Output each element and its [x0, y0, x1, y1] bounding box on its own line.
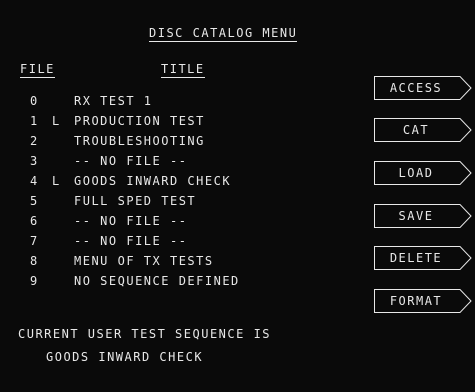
cat-softkey[interactable]: CAT [374, 118, 472, 142]
list-item[interactable]: 3 -- NO FILE -- [0, 154, 350, 168]
softkey-label: DELETE [389, 251, 443, 265]
file-number: 2 [30, 134, 39, 148]
file-title: -- NO FILE -- [74, 234, 188, 248]
page-title: DISC CATALOG MENU [149, 26, 298, 42]
list-item[interactable]: 4 L GOODS INWARD CHECK [0, 174, 350, 188]
file-title: RX TEST 1 [74, 94, 153, 108]
load-softkey[interactable]: LOAD [374, 161, 472, 185]
list-item[interactable]: 8 MENU OF TX TESTS [0, 254, 350, 268]
list-item[interactable]: 0 RX TEST 1 [0, 94, 350, 108]
file-title: -- NO FILE -- [74, 214, 188, 228]
column-header-title: TITLE [161, 62, 205, 78]
file-title: PRODUCTION TEST [74, 114, 205, 128]
file-number: 3 [30, 154, 39, 168]
access-softkey[interactable]: ACCESS [374, 76, 472, 100]
list-item[interactable]: 1 L PRODUCTION TEST [0, 114, 350, 128]
file-number: 9 [30, 274, 39, 288]
file-title: GOODS INWARD CHECK [74, 174, 232, 188]
locked-flag: L [52, 114, 61, 128]
save-softkey[interactable]: SAVE [374, 204, 472, 228]
file-title: NO SEQUENCE DEFINED [74, 274, 240, 288]
softkey-label: ACCESS [389, 81, 443, 95]
file-number: 8 [30, 254, 39, 268]
status-line-2: GOODS INWARD CHECK [46, 350, 204, 364]
list-item[interactable]: 5 FULL SPED TEST [0, 194, 350, 208]
file-number: 5 [30, 194, 39, 208]
list-item[interactable]: 2 TROUBLESHOOTING [0, 134, 350, 148]
file-title: MENU OF TX TESTS [74, 254, 214, 268]
list-item[interactable]: 6 -- NO FILE -- [0, 214, 350, 228]
softkey-label: LOAD [398, 166, 434, 180]
file-number: 0 [30, 94, 39, 108]
file-title: TROUBLESHOOTING [74, 134, 205, 148]
disc-catalog-screen: DISC CATALOG MENU FILE TITLE 0 RX TEST 1… [0, 0, 475, 392]
file-title: FULL SPED TEST [74, 194, 197, 208]
softkey-label: SAVE [398, 209, 434, 223]
file-number: 4 [30, 174, 39, 188]
format-softkey[interactable]: FORMAT [374, 289, 472, 313]
column-header-file: FILE [20, 62, 55, 78]
list-item[interactable]: 7 -- NO FILE -- [0, 234, 350, 248]
softkey-label: CAT [402, 123, 430, 137]
file-number: 6 [30, 214, 39, 228]
status-line-1: CURRENT USER TEST SEQUENCE IS [18, 327, 272, 341]
list-item[interactable]: 9 NO SEQUENCE DEFINED [0, 274, 350, 288]
softkey-label: FORMAT [389, 294, 443, 308]
locked-flag: L [52, 174, 61, 188]
file-number: 7 [30, 234, 39, 248]
file-title: -- NO FILE -- [74, 154, 188, 168]
delete-softkey[interactable]: DELETE [374, 246, 472, 270]
file-number: 1 [30, 114, 39, 128]
